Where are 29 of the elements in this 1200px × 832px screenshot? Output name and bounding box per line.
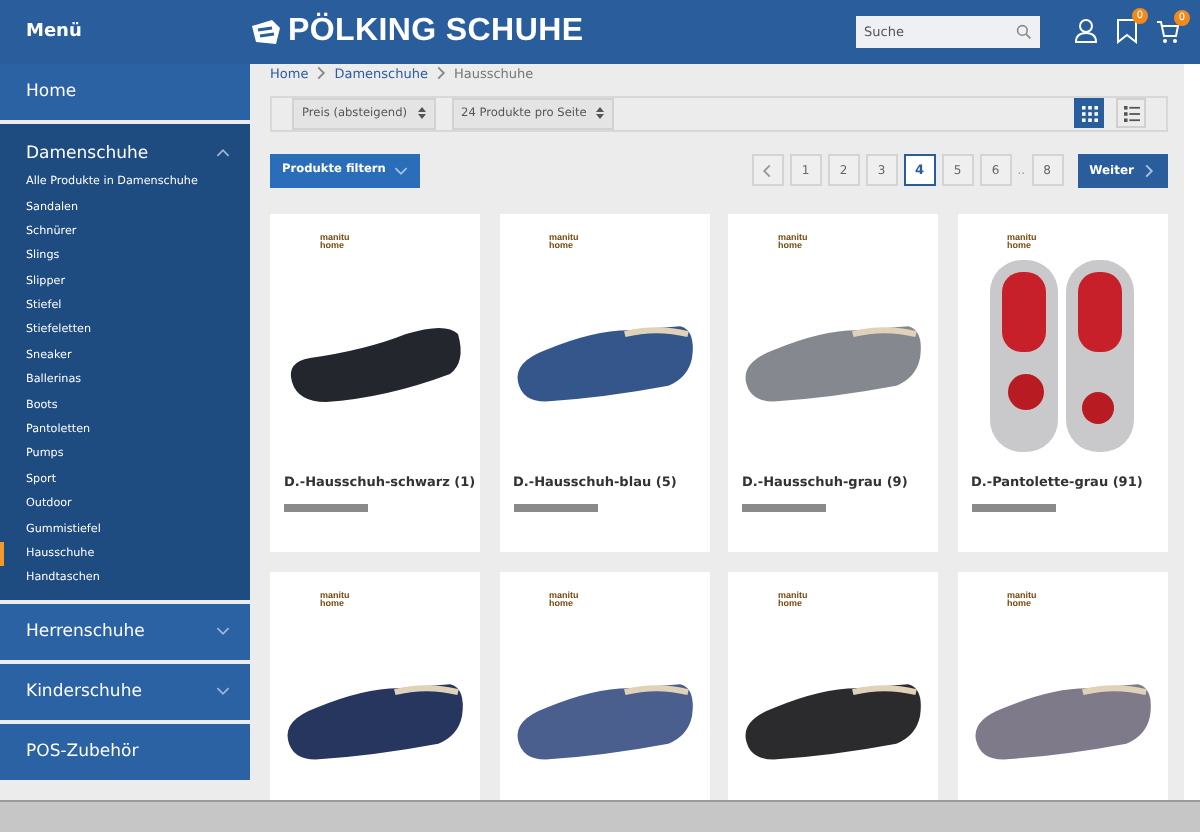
sidebar-item[interactable]: Herrenschuhe (0, 603, 250, 660)
chevron-down-icon[interactable] (216, 624, 230, 639)
sidebar-item[interactable]: POS-Zubehör (0, 723, 250, 780)
menu-label[interactable]: Menü (26, 21, 250, 42)
grid-icon (1081, 105, 1097, 122)
sort-arrows-icon (417, 106, 426, 121)
price-placeholder-bar (513, 503, 597, 512)
price-placeholder-bar (971, 503, 1055, 512)
shop-logo[interactable]: PÖLKING SCHUHE (288, 13, 584, 50)
price-placeholder-bar (742, 503, 826, 512)
price-placeholder-bar (284, 503, 368, 512)
sort-arrows-icon (596, 106, 605, 121)
chevron-down-icon[interactable] (216, 684, 230, 699)
search-icon[interactable] (1016, 23, 1032, 40)
user-icon[interactable] (1074, 18, 1098, 45)
cart-icon[interactable] (1156, 19, 1180, 44)
chevron-left-icon (760, 163, 775, 178)
breadcrumb-separator-icon (314, 66, 329, 81)
sidebar-item[interactable]: Kinderschuhe (0, 663, 250, 720)
breadcrumb-separator-icon (433, 66, 448, 81)
chevron-right-icon (1142, 163, 1156, 178)
sidebar-item[interactable]: Home (0, 63, 250, 120)
chevron-up-icon[interactable] (216, 146, 230, 161)
grid-view-button[interactable] (1074, 98, 1104, 129)
list-view-button[interactable] (1116, 98, 1146, 129)
bookmark-icon[interactable] (1116, 18, 1138, 45)
list-icon (1123, 105, 1139, 122)
chevron-down-icon (393, 163, 408, 178)
shoebox-logo-icon (250, 17, 282, 46)
